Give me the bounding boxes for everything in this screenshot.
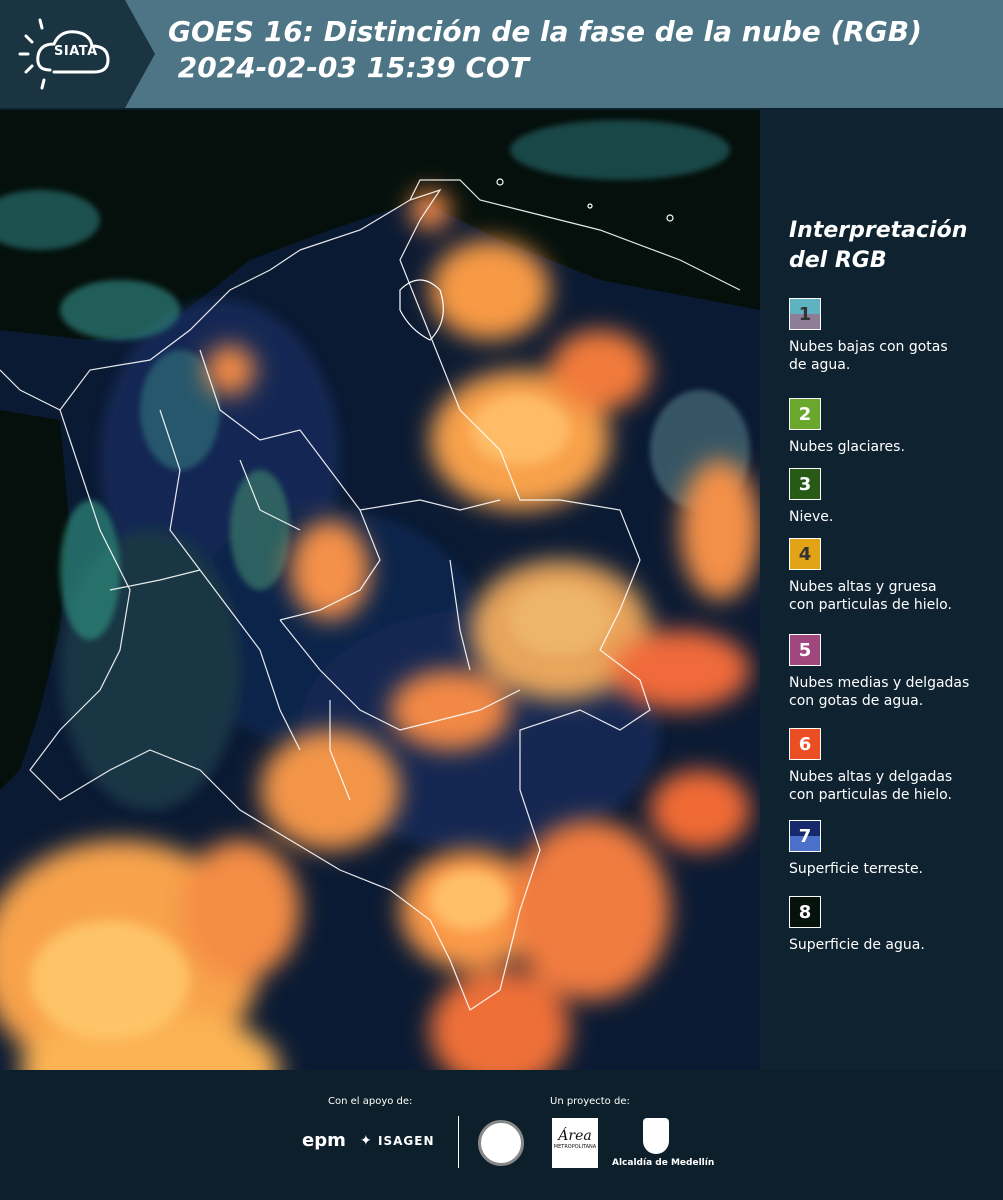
legend-label: Nubes altas y delgadas con particulas de…: [789, 769, 953, 803]
support-label: Con el apoyo de:: [328, 1096, 413, 1107]
page-title: GOES 16: Distinción de la fase de la nub…: [168, 15, 922, 84]
legend-item: 3 Nieve.: [789, 468, 999, 526]
legend-label: Superficie terreste.: [789, 861, 924, 877]
epm-logo: epm: [302, 1130, 346, 1151]
legend-label: Nubes medias y delgadas con gotas de agu…: [789, 675, 970, 709]
legend-swatch: 1: [789, 298, 821, 330]
legend-panel: Interpretación del RGB 1 Nubes bajas con …: [760, 110, 1003, 1070]
legend-swatch: 5: [789, 634, 821, 666]
legend-swatch: 7: [789, 820, 821, 852]
area-logo: Área METROPOLITANA: [552, 1118, 598, 1168]
legend-item: 1 Nubes bajas con gotas de agua.: [789, 298, 999, 374]
footer: Con el apoyo de: Un proyecto de: epm ✦ I…: [0, 1070, 1003, 1200]
legend-title: Interpretación del RGB: [789, 218, 968, 273]
legend-swatch: 6: [789, 728, 821, 760]
area-logo-subtext: METROPOLITANA: [553, 1144, 597, 1150]
seal-logo: [478, 1120, 524, 1166]
legend-swatch: 8: [789, 896, 821, 928]
header: SIATA GOES 16: Distinción de la fase de …: [0, 0, 1003, 108]
alcaldia-logo-text: Alcaldía de Medellín: [612, 1158, 715, 1168]
legend-swatch: 4: [789, 538, 821, 570]
legend-item: 5 Nubes medias y delgadas con gotas de ag…: [789, 634, 999, 710]
legend-item: 8 Superficie de agua.: [789, 896, 999, 954]
logo-text: SIATA: [54, 44, 98, 59]
legend-label: Superficie de agua.: [789, 937, 925, 953]
siata-logo: SIATA: [0, 0, 155, 108]
legend-item: 4 Nubes altas y gruesa con particulas de …: [789, 538, 999, 614]
isagen-logo: ISAGEN: [378, 1134, 435, 1148]
legend-swatch: 3: [789, 468, 821, 500]
isagen-icon: ✦: [360, 1133, 372, 1149]
area-logo-text: Área: [558, 1128, 592, 1144]
medellin-shield-logo: [643, 1118, 669, 1154]
footer-divider: [458, 1116, 459, 1168]
legend-label: Nubes glaciares.: [789, 439, 905, 455]
legend-label: Nubes bajas con gotas de agua.: [789, 339, 948, 373]
legend-label: Nubes altas y gruesa con particulas de h…: [789, 579, 952, 613]
rgb-cloud-map: [0, 110, 760, 1070]
legend-label: Nieve.: [789, 509, 834, 525]
legend-item: 2 Nubes glaciares.: [789, 398, 999, 456]
legend-swatch: 2: [789, 398, 821, 430]
satellite-image: [0, 110, 760, 1070]
legend-item: 6 Nubes altas y delgadas con particulas d…: [789, 728, 999, 804]
legend-item: 7 Superficie terreste.: [789, 820, 999, 878]
project-label: Un proyecto de:: [550, 1096, 630, 1107]
